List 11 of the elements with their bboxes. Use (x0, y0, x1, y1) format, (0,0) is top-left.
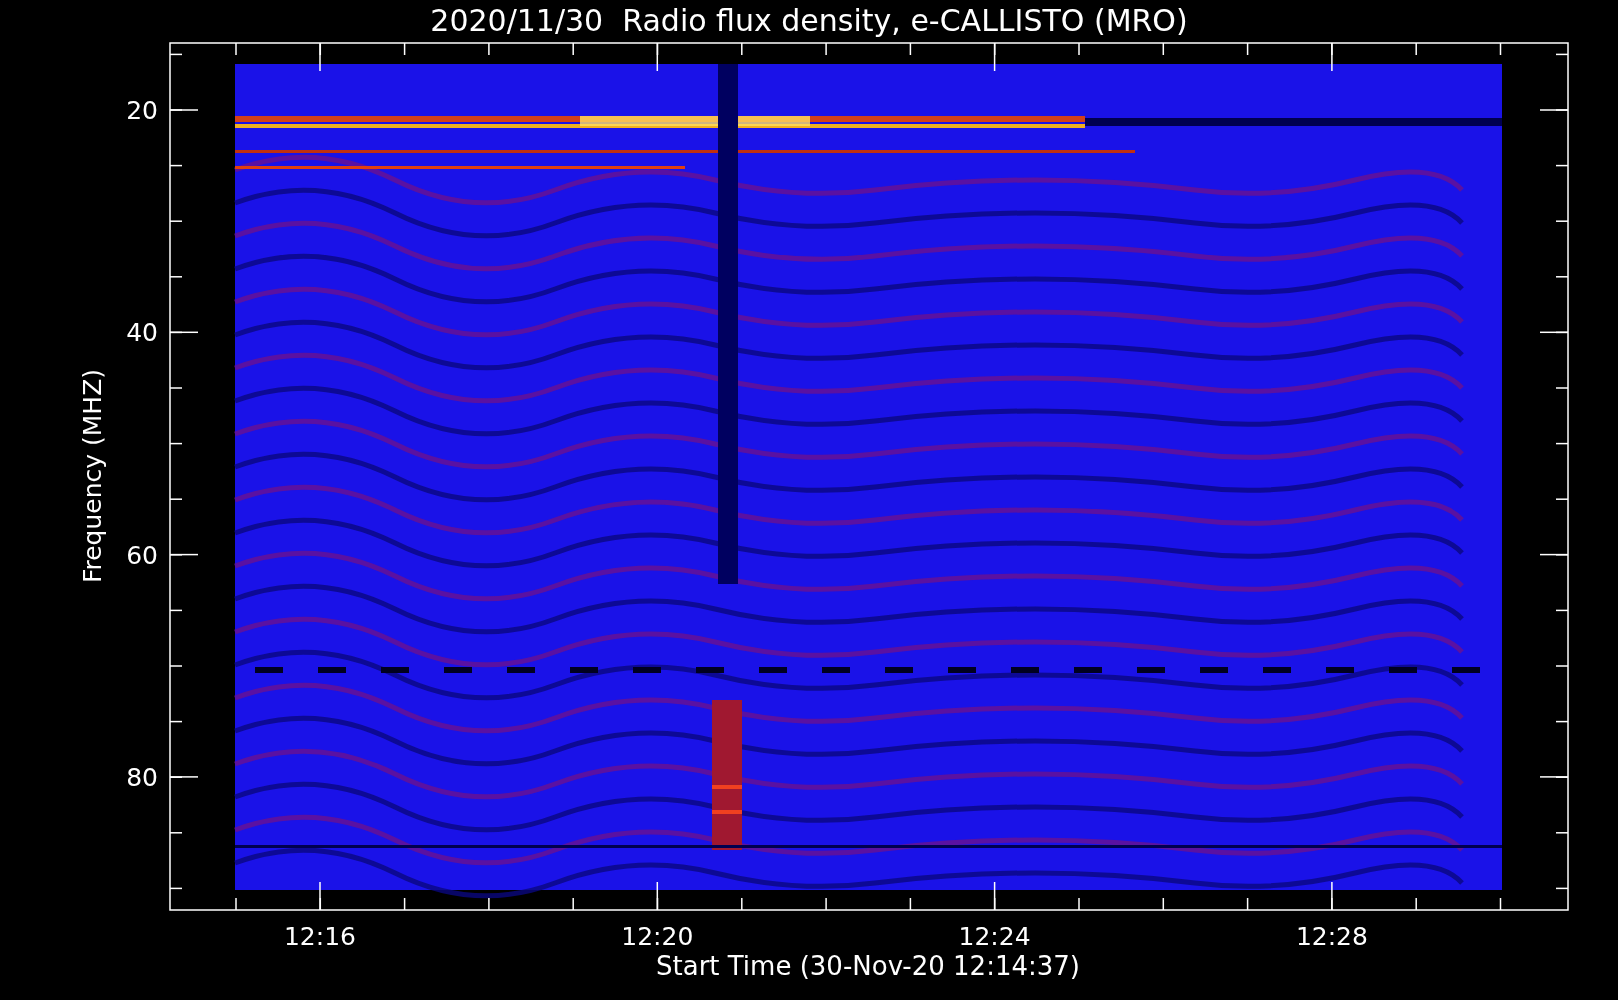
chart-title: 2020/11/30 Radio flux density, e-CALLISTO (MRO) (430, 3, 1188, 38)
y-tick-label: 20 (126, 96, 158, 125)
y-tick-label: 80 (126, 762, 158, 792)
y-tick-label: 40 (126, 318, 158, 348)
y-tick-label: 60 (126, 540, 158, 570)
x-axis-label: Start Time (30-Nov-20 12:14:37) (656, 951, 1080, 981)
y-axis-label: Frequency (MHZ) (78, 368, 107, 584)
x-tick-label: 12:16 (284, 922, 356, 951)
x-tick-label: 12:24 (958, 922, 1031, 951)
x-tick-label: 12:28 (1295, 922, 1368, 951)
x-tick-label: 12:20 (621, 922, 694, 951)
